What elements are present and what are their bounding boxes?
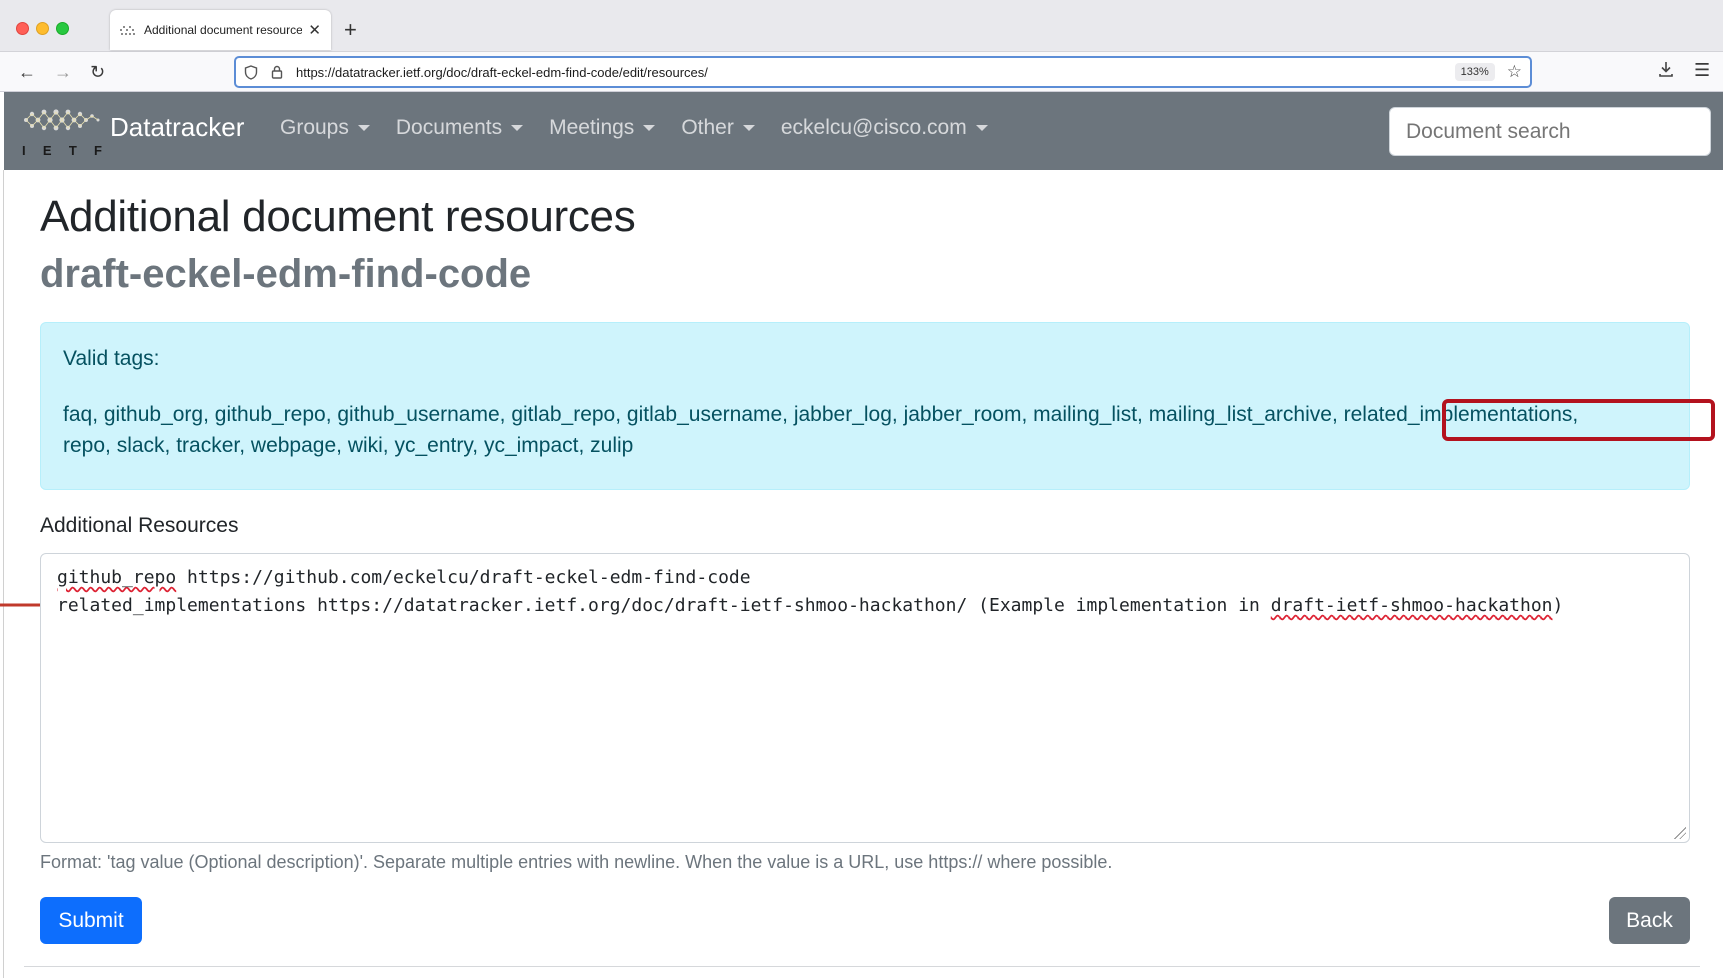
logo-letter: T [68, 143, 77, 158]
nav-item-label: Other [681, 116, 734, 139]
caret-down-icon [742, 125, 755, 131]
page-left-border [3, 170, 4, 978]
lock-icon[interactable] [270, 65, 284, 79]
page-title: Additional document resources [40, 192, 636, 241]
resource-misspelled-word: draft-ietf-shmoo-hackathon [1270, 595, 1553, 616]
tags-line: repo, slack, tracker, webpage, wiki, yc_… [63, 434, 634, 457]
additional-resources-label: Additional Resources [40, 514, 239, 537]
browser-tab-bar: Additional document resources ✕ + [0, 0, 1723, 52]
logo-letter: I [22, 143, 26, 158]
minimize-window-button[interactable] [36, 22, 49, 35]
nav-documents-dropdown[interactable]: Documents [395, 116, 524, 140]
url-text[interactable]: https://datatracker.ietf.org/doc/draft-e… [296, 65, 1455, 80]
reload-icon[interactable]: ↻ [90, 60, 105, 84]
forward-icon[interactable]: → [54, 60, 72, 84]
logo-letter: E [42, 143, 52, 158]
new-tab-icon[interactable]: + [344, 16, 357, 44]
close-window-button[interactable] [16, 22, 29, 35]
nav-item-label: eckelcu@cisco.com [780, 116, 967, 139]
resources-textarea[interactable]: github_repo https://github.com/eckelcu/d… [40, 553, 1690, 843]
caret-down-icon [357, 125, 370, 131]
browser-toolbar: ← → ↻ https://datatracker.ietf.org/doc/d… [0, 52, 1723, 92]
url-bar[interactable]: https://datatracker.ietf.org/doc/draft-e… [234, 56, 1532, 88]
document-search-input[interactable] [1389, 107, 1711, 156]
tab-title: Additional document resources [144, 23, 303, 37]
tab-close-icon[interactable]: ✕ [308, 21, 321, 39]
ietf-logo-graphic-icon [24, 109, 100, 131]
valid-tags-alert: Valid tags: faq, github_org, github_repo… [40, 322, 1715, 490]
nav-item-label: Groups [280, 116, 349, 139]
ietf-logo[interactable]: I E T F [20, 104, 102, 158]
submit-button[interactable]: Submit [40, 897, 142, 944]
resource-tag: github_repo [57, 567, 177, 588]
nav-item-label: Meetings [549, 116, 635, 139]
zoom-level[interactable]: 133% [1454, 63, 1495, 81]
page-subtitle: draft-eckel-edm-find-code [40, 252, 532, 296]
nav-user-dropdown[interactable]: eckelcu@cisco.com [781, 116, 988, 140]
format-help-text: Format: 'tag value (Optional description… [40, 852, 1113, 872]
resource-tail: ) [1552, 595, 1564, 616]
nav-meetings-dropdown[interactable]: Meetings [549, 116, 656, 140]
ietf-favicon-icon [120, 24, 136, 36]
shield-icon[interactable] [244, 65, 258, 80]
resource-value: https://github.com/eckelcu/draft-eckel-e… [176, 567, 751, 588]
alert-heading: Valid tags: [63, 347, 160, 370]
back-icon[interactable]: ← [18, 60, 36, 84]
maximize-window-button[interactable] [56, 22, 69, 35]
menu-icon[interactable]: ☰ [1694, 60, 1710, 81]
caret-down-icon [511, 125, 524, 131]
resource-value: https://datatracker.ietf.org/doc/draft-i… [306, 595, 1271, 616]
tags-line: faq, github_org, github_repo, github_use… [63, 403, 1579, 426]
download-icon[interactable] [1658, 60, 1674, 83]
highlight-box [1442, 399, 1715, 441]
resource-line: related_implementations https://datatrac… [57, 592, 1673, 620]
nav-item-label: Documents [395, 116, 503, 139]
resource-tag: related_implementations [57, 595, 307, 616]
nav-other-dropdown[interactable]: Other [681, 116, 755, 140]
caret-down-icon [975, 125, 988, 131]
browser-tab[interactable]: Additional document resources ✕ [110, 10, 331, 50]
brand-link[interactable]: Datatracker [110, 112, 244, 143]
resource-line: github_repo https://github.com/eckelcu/d… [57, 564, 1673, 592]
back-button[interactable]: Back [1609, 897, 1690, 944]
nav-groups-dropdown[interactable]: Groups [280, 116, 370, 140]
footer-divider [24, 966, 1700, 967]
star-icon[interactable]: ☆ [1507, 62, 1522, 82]
caret-down-icon [643, 125, 656, 131]
logo-letter: F [94, 143, 102, 158]
textarea-resize-handle[interactable] [1674, 827, 1686, 839]
